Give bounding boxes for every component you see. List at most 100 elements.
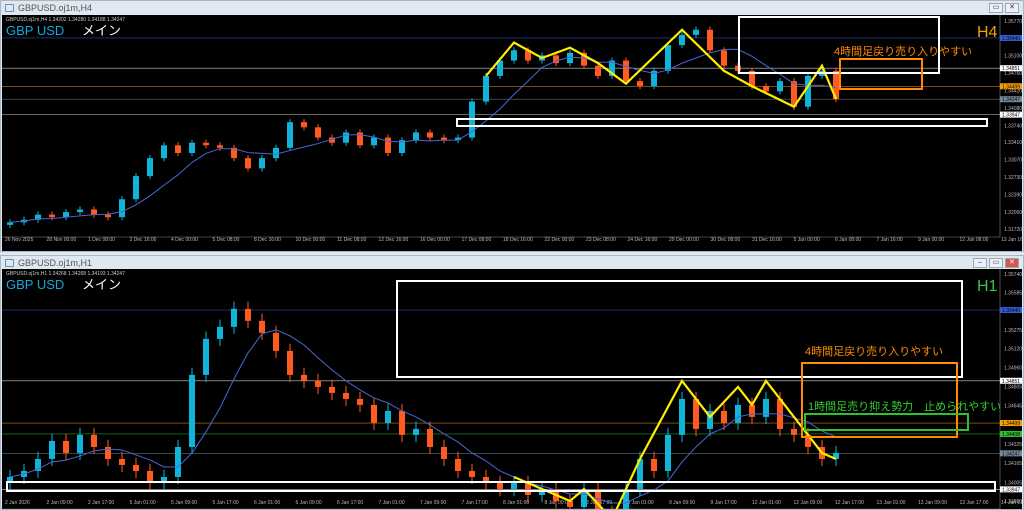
price-tick-label: 1.32390 <box>1004 193 1022 199</box>
candle-body <box>63 440 69 453</box>
close-button[interactable]: ✕ <box>1005 258 1019 268</box>
candle-body <box>7 222 13 225</box>
price-tick-label: 1.35275 <box>1004 328 1022 334</box>
restore-button[interactable]: ▭ <box>989 258 1003 268</box>
candle-body <box>707 29 713 51</box>
candle-body <box>91 434 97 447</box>
candle-body <box>301 374 307 381</box>
time-tick-label: 26 Nov 2025 <box>5 237 34 243</box>
time-tick-label: 6 Jan 09:00 <box>296 500 322 506</box>
time-tick-label: 14 Jan 01:00 <box>1001 500 1022 506</box>
candle-body <box>413 428 419 435</box>
h1-chart-window: GBPUSD.oj1m,H1 – ▭ ✕ 1.35740 1.35585 1.35275… <box>0 255 1024 510</box>
h4-title-bar[interactable]: GBPUSD.oj1m,H4 <box>1 1 1023 15</box>
time-tick-label: 8 Jan 01:00 <box>503 500 529 506</box>
time-tick-label: 9 Jan 17:00 <box>711 500 737 506</box>
restore-button[interactable]: ▭ <box>989 3 1003 13</box>
price-tick-label: 1.34325 <box>1004 442 1022 448</box>
candle-body <box>385 137 391 153</box>
price-tag-label: 1.34499 <box>1002 421 1020 427</box>
chart-window-icon <box>5 4 14 12</box>
candle-body <box>777 81 783 92</box>
time-tick-label: 6 Jan 17:00 <box>337 500 363 506</box>
time-tick-label: 23 Dec 08:00 <box>586 237 616 243</box>
time-tick-label: 5 Jan 00:00 <box>794 237 820 243</box>
time-tick-label: 5 Jan 09:00 <box>171 500 197 506</box>
price-tick-label: 1.34005 <box>1004 480 1022 486</box>
candle-body <box>427 132 433 138</box>
price-tag-label: 1.34247 <box>1002 97 1020 103</box>
candle-body <box>763 86 769 92</box>
time-tick-label: 10 Dec 00:00 <box>296 237 326 243</box>
time-tick-label: 6 Jan 08:00 <box>835 237 861 243</box>
price-tag-label: 1.34851 <box>1002 379 1020 385</box>
candle-body <box>343 132 349 143</box>
time-tick-label: 9 Jan 01:00 <box>628 500 654 506</box>
price-tick-label: 1.35100 <box>1004 53 1022 59</box>
minimize-button[interactable]: – <box>973 258 987 268</box>
candle-body <box>105 214 111 218</box>
time-tick-label: 13 Jan 17:00 <box>960 500 989 506</box>
chart-label: メイン <box>82 23 121 38</box>
time-tick-label: 9 Jan 00:00 <box>918 237 944 243</box>
candle-body <box>315 380 321 387</box>
candle-body <box>203 142 209 146</box>
symbol-label: GBP USD <box>6 23 64 38</box>
h1-chart[interactable]: 1.35740 1.35585 1.35275 1.35120 1.34960 1.348… <box>2 269 1022 509</box>
candle-body <box>791 428 797 435</box>
candle-body <box>679 34 685 46</box>
candle-body <box>217 145 223 148</box>
candle-body <box>175 446 181 477</box>
time-tick-label: 9 Jan 09:00 <box>669 500 695 506</box>
candle-body <box>133 464 139 471</box>
time-tick-label: 2 Dec 16:00 <box>130 237 157 243</box>
candle-body <box>203 338 209 375</box>
price-tick-label: 1.34960 <box>1004 366 1022 372</box>
time-tick-label: 7 Jan 09:00 <box>420 500 446 506</box>
time-tick-label: 8 Dec 16:00 <box>254 237 281 243</box>
candle-body <box>651 458 657 471</box>
h4-chart-window: GBPUSD.oj1m,H4 ▭ ✕ 1.35770 1.35100 1.34760 1… <box>0 0 1024 252</box>
candle-body <box>49 440 55 459</box>
candle-body <box>217 326 223 339</box>
price-tick-label: 1.35120 <box>1004 346 1022 352</box>
candle-body <box>231 308 237 327</box>
annotation-text: 1時間足売り抑え勢力 止められやすい <box>808 399 1001 413</box>
price-tick-label: 1.34080 <box>1004 106 1022 112</box>
candle-body <box>595 65 601 76</box>
time-tick-label: 4 Dec 00:00 <box>171 237 198 243</box>
price-tick-label: 1.32730 <box>1004 175 1022 181</box>
sell-zone-box <box>801 362 958 438</box>
candle-body <box>455 458 461 471</box>
candle-body <box>665 45 671 71</box>
candle-body <box>245 158 251 169</box>
candle-body <box>427 428 433 447</box>
time-tick-label: 12 Jan 08:00 <box>960 237 989 243</box>
candle-body <box>511 482 517 489</box>
candle-body <box>77 209 83 213</box>
price-tick-label: 1.33070 <box>1004 158 1022 164</box>
h4-chart[interactable]: 1.357701.351001.347601.344201.340801.337… <box>2 15 1022 251</box>
close-button[interactable]: ✕ <box>1005 3 1019 13</box>
time-tick-label: 16 Dec 00:00 <box>420 237 450 243</box>
price-tag-label: 1.34247 <box>1002 451 1020 457</box>
chart-window-icon <box>5 259 14 267</box>
h1-title-bar[interactable]: GBPUSD.oj1m,H1 <box>1 256 1023 270</box>
candle-body <box>133 176 139 200</box>
candle-body <box>315 127 321 138</box>
candle-body <box>287 350 293 375</box>
zigzag-line <box>513 378 837 509</box>
time-tick-label: 13 Jan 09:00 <box>918 500 947 506</box>
candle-body <box>623 60 629 82</box>
candle-body <box>357 398 363 405</box>
price-tick-label: 1.34805 <box>1004 384 1022 390</box>
time-tick-label: 22 Dec 00:00 <box>545 237 575 243</box>
candle-body <box>721 410 727 423</box>
price-tick-label: 1.33410 <box>1004 140 1022 146</box>
candle-body <box>413 132 419 141</box>
candle-body <box>371 137 377 146</box>
annotation-text: 4時間足戻り売り入りやすい <box>805 345 943 358</box>
candle-body <box>287 122 293 148</box>
time-tick-label: 5 Jan 17:00 <box>213 500 239 506</box>
candle-body <box>63 212 69 218</box>
